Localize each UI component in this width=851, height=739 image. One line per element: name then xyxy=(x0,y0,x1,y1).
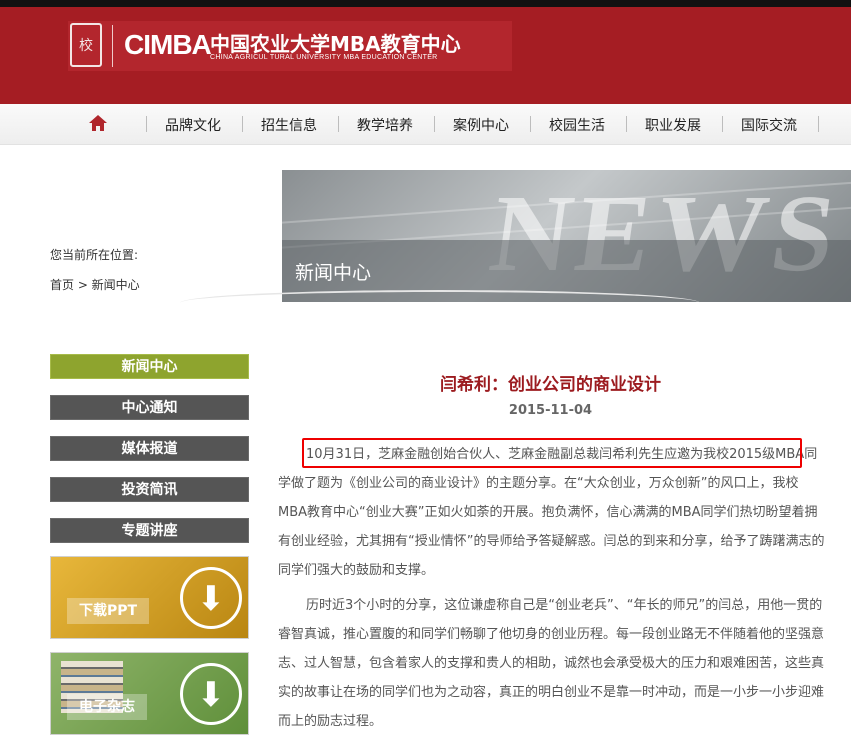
download-icon: ⬇ xyxy=(180,663,242,725)
download-icon: ⬇ xyxy=(180,567,242,629)
nav-item-campus-life[interactable]: 校园生活 xyxy=(549,115,605,135)
e-magazine-banner[interactable]: 电子杂志 ⬇ xyxy=(50,652,249,735)
top-utility-bar xyxy=(0,0,851,7)
site-header: 校 CIMBA 中国农业大学MBA教育中心 CHINA AGRICUL TURA… xyxy=(0,7,851,104)
nav-item-admissions[interactable]: 招生信息 xyxy=(261,115,317,135)
mba-logo-mark: CIMBA xyxy=(124,29,212,60)
logo-divider xyxy=(112,25,113,67)
breadcrumb: 您当前所在位置: 首页 > 新闻中心 xyxy=(50,246,140,293)
nav-separator xyxy=(818,116,819,132)
home-icon[interactable] xyxy=(88,113,108,133)
nav-separator xyxy=(722,116,723,132)
download-ppt-banner[interactable]: 下载PPT ⬇ xyxy=(50,556,249,639)
university-seal-icon: 校 xyxy=(70,23,102,67)
nav-separator xyxy=(146,116,147,132)
main-nav: 品牌文化 招生信息 教学培养 案例中心 校园生活 职业发展 国际交流 xyxy=(0,104,851,145)
nav-item-brand-culture[interactable]: 品牌文化 xyxy=(165,115,221,135)
logo-english-subtitle: CHINA AGRICUL TURAL UNIVERSITY MBA EDUCA… xyxy=(210,54,438,61)
nav-separator xyxy=(242,116,243,132)
sidebar-item-investment[interactable]: 投资简讯 xyxy=(50,477,249,502)
nav-item-career[interactable]: 职业发展 xyxy=(645,115,701,135)
article-date: 2015-11-04 xyxy=(508,403,593,418)
logo-chinese-title: 中国农业大学MBA教育中心 xyxy=(210,32,461,56)
decorative-swoosh xyxy=(180,290,700,316)
site-logo[interactable]: 校 CIMBA 中国农业大学MBA教育中心 CHINA AGRICUL TURA… xyxy=(68,21,512,71)
nav-separator xyxy=(530,116,531,132)
download-ppt-label: 下载PPT xyxy=(67,598,150,624)
nav-separator xyxy=(626,116,627,132)
highlight-box xyxy=(302,438,802,468)
breadcrumb-label: 您当前所在位置: xyxy=(50,248,139,262)
breadcrumb-path[interactable]: 首页 > 新闻中心 xyxy=(50,276,140,293)
nav-item-teaching[interactable]: 教学培养 xyxy=(357,115,413,135)
article-paragraph-2: 历时近3个小时的分享，这位谦虚称自己是“创业老兵”、“年长的师兄”的闫总，用他一… xyxy=(278,598,825,729)
banner-title: 新闻中心 xyxy=(295,262,372,284)
nav-separator xyxy=(434,116,435,132)
sidebar-item-news-center[interactable]: 新闻中心 xyxy=(50,354,249,379)
e-magazine-label: 电子杂志 xyxy=(67,694,147,720)
news-banner: NEWS 新闻中心 xyxy=(282,170,851,302)
nav-item-international[interactable]: 国际交流 xyxy=(741,115,797,135)
sidebar-item-media[interactable]: 媒体报道 xyxy=(50,436,249,461)
nav-item-case-center[interactable]: 案例中心 xyxy=(453,115,509,135)
sidebar-item-lectures[interactable]: 专题讲座 xyxy=(50,518,249,543)
sidebar-item-notices[interactable]: 中心通知 xyxy=(50,395,249,420)
nav-separator xyxy=(338,116,339,132)
article-title: 闫希利：创业公司的商业设计 xyxy=(440,375,661,395)
